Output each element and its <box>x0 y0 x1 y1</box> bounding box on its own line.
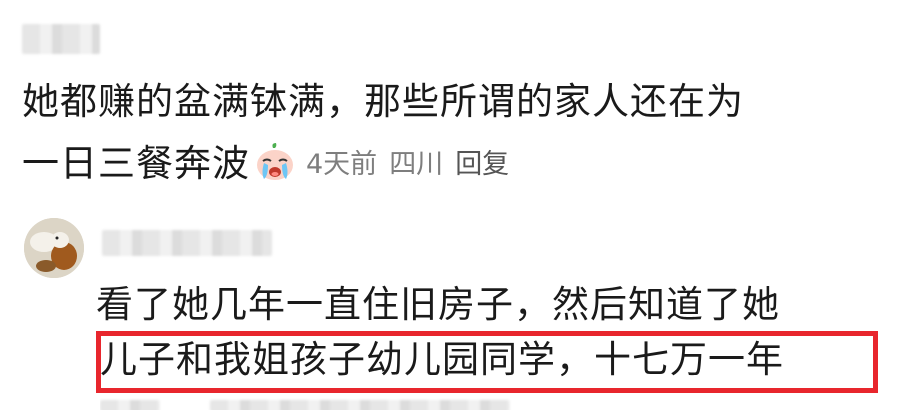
comment-time: 4天前 <box>306 149 378 180</box>
comment-text-line: 一日三餐奔波 4天前 四川 回复 <box>22 142 521 185</box>
username-blurred[interactable] <box>22 24 100 54</box>
crying-face-icon <box>257 143 293 180</box>
blurred-content <box>210 400 510 410</box>
blurred-content <box>100 400 160 410</box>
comment-text-line: 看了她几年一直住旧房子，然后知道了她 <box>96 283 780 326</box>
reply-button[interactable]: 回复 <box>455 149 509 180</box>
highlight-box <box>96 331 878 393</box>
comment-text-line: 她都赚的盆满钵满，那些所谓的家人还在为 <box>22 80 744 123</box>
comment-text-line-end: 一日三餐奔波 <box>22 142 250 185</box>
username-blurred[interactable] <box>102 230 272 256</box>
next-comment-peek <box>100 398 520 410</box>
comment-location: 四川 <box>389 149 444 180</box>
comment-meta: 4天前 四川 回复 <box>306 145 521 185</box>
avatar[interactable] <box>24 218 84 278</box>
avatar-image <box>24 218 84 278</box>
